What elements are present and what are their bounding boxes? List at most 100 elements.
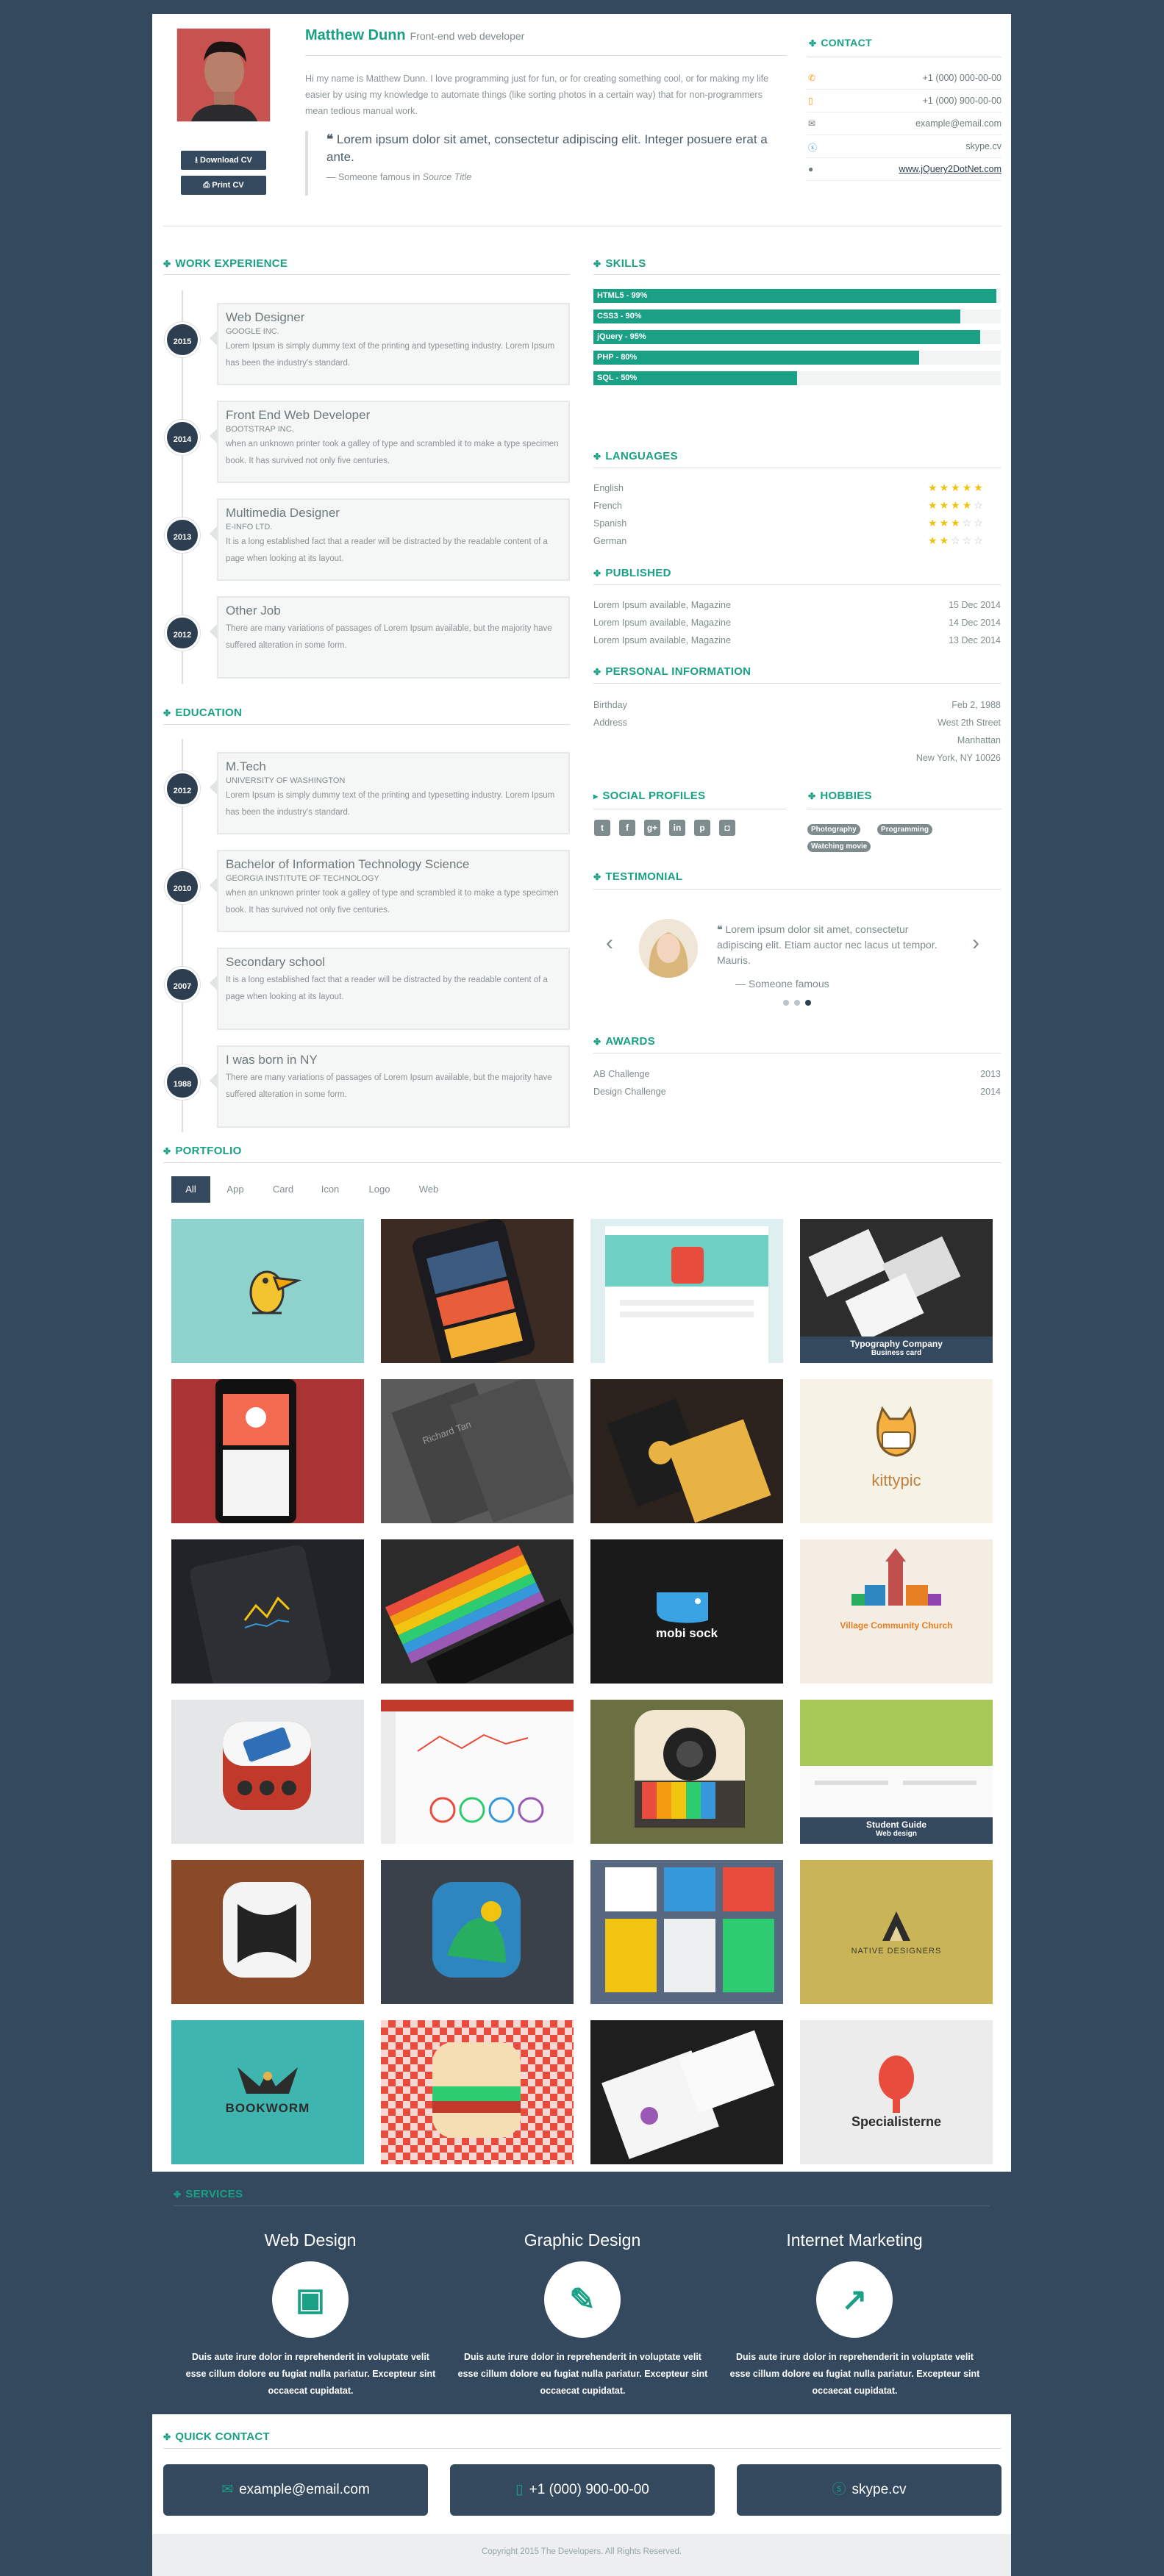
portfolio-tile[interactable] [171, 1539, 364, 1684]
languages-title-text: LANGUAGES [605, 450, 678, 462]
portfolio-tile[interactable]: Richard Tan [381, 1379, 574, 1523]
carousel-dot[interactable] [794, 1000, 800, 1006]
portfolio-tile[interactable]: NATIVE DESIGNERS [800, 1860, 993, 2004]
church-logo-image [851, 1548, 941, 1606]
service-title: Internet Marketing [786, 2230, 923, 2250]
timeline-org: UNIVERSITY OF WASHINGTON [226, 776, 346, 785]
caption-sub: Business card [871, 1349, 922, 1357]
tent-logo-image [882, 1911, 910, 1941]
filter-logo[interactable]: Logo [360, 1176, 399, 1203]
carousel-dot-active[interactable] [805, 1000, 811, 1006]
portfolio-tile[interactable]: BOOKWORM [171, 2020, 364, 2164]
hobby-tag: Programming [877, 824, 933, 835]
portfolio-tile[interactable] [590, 1219, 783, 1363]
portfolio-tile[interactable] [590, 1860, 783, 2004]
portfolio-tile[interactable]: kittypic [800, 1379, 993, 1523]
personal-title: ✤ PERSONAL INFORMATION [593, 665, 751, 678]
google-plus-icon[interactable]: g+ [644, 820, 660, 836]
quick-phone-label: +1 (000) 900-00-00 [529, 2482, 649, 2497]
portfolio-tile[interactable] [381, 1700, 574, 1844]
quick-phone-button[interactable]: ▯ +1 (000) 900-00-00 [450, 2464, 715, 2516]
filter-web[interactable]: Web [410, 1176, 447, 1203]
skill-fill: PHP - 80% [593, 351, 920, 365]
award-year: 2014 [980, 1087, 1001, 1097]
divider [593, 683, 1001, 684]
portfolio-tile[interactable]: mobi sock [590, 1539, 783, 1684]
instagram-icon[interactable]: ◘ [719, 820, 735, 836]
portfolio-tile[interactable]: Specialisterne [800, 2020, 993, 2164]
print-cv-button[interactable]: ⎙ Print CV [181, 176, 266, 195]
star-empty-icon: ☆ [974, 534, 985, 546]
quick-email-button[interactable]: ✉ example@email.com [163, 2464, 428, 2516]
carousel-dot[interactable] [783, 1000, 789, 1006]
hobbies-title: ✤ HOBBIES [808, 790, 872, 802]
skill-bar: CSS3 - 90% [593, 310, 1001, 323]
filter-all[interactable]: All [171, 1176, 210, 1203]
website-link[interactable]: www.jQuery2DotNet.com [899, 164, 1001, 174]
address-line: New York, NY 10026 [915, 753, 1001, 763]
skill-bar: PHP - 80% [593, 351, 1001, 365]
portfolio-tile[interactable] [171, 1379, 364, 1523]
personal-title-text: PERSONAL INFORMATION [605, 665, 751, 678]
birthday-value: Feb 2, 1988 [951, 700, 1001, 710]
star-empty-icon: ☆ [974, 499, 985, 511]
service-icon-circle: ▣ [272, 2261, 349, 2338]
section-icon: ✤ [174, 2189, 182, 2200]
skills-title-text: SKILLS [605, 257, 646, 270]
star-icon: ★ [939, 517, 951, 529]
mobile-icon: ▯ [808, 96, 813, 106]
carousel-prev-icon[interactable]: ‹ [606, 931, 613, 956]
soccer-ball-icon-image [171, 1860, 364, 2004]
portfolio-tile[interactable] [381, 1219, 574, 1363]
portfolio-tile[interactable] [171, 1219, 364, 1363]
portfolio-tile[interactable]: Typography Company Business card [800, 1219, 993, 1363]
portfolio-tile[interactable] [590, 1379, 783, 1523]
portfolio-tile[interactable]: Student Guide Web design [800, 1700, 993, 1844]
section-icon: ✤ [163, 708, 171, 718]
service-text: Duis aute irure dolor in reprehenderit i… [185, 2352, 436, 2396]
published-name: Lorem Ipsum available, Magazine [593, 635, 731, 645]
section-icon: ✤ [593, 872, 601, 882]
star-icon: ★ [928, 517, 940, 529]
envelope-icon: ✉ [221, 2482, 234, 2497]
awards-title-text: AWARDS [605, 1035, 655, 1048]
award-name: AB Challenge [593, 1069, 650, 1079]
skill-fill: CSS3 - 90% [593, 310, 960, 323]
portfolio-tile[interactable] [381, 2020, 574, 2164]
portfolio-tile[interactable] [590, 2020, 783, 2164]
portfolio-tile[interactable] [171, 1860, 364, 2004]
filter-app[interactable]: App [218, 1176, 253, 1203]
section-icon: ✤ [593, 667, 601, 677]
star-icon: ★ [939, 499, 951, 511]
star-icon: ★ [951, 482, 963, 493]
file-image-icon: ▣ [296, 2282, 325, 2316]
download-cv-button[interactable]: ⭳ Download CV [181, 151, 266, 170]
profile-name: Matthew Dunn [305, 27, 406, 43]
portfolio-tile[interactable]: Village Community Church [800, 1539, 993, 1684]
portfolio-tile[interactable] [381, 1539, 574, 1684]
portfolio-tile[interactable] [171, 1700, 364, 1844]
linkedin-icon[interactable]: in [669, 820, 685, 836]
section-icon: ✤ [808, 791, 816, 801]
skype-icon: ⓢ [808, 143, 818, 153]
divider [305, 55, 787, 56]
year-badge: 1988 [165, 1065, 200, 1100]
address-line: Manhattan [957, 735, 1001, 745]
portfolio-tile[interactable] [590, 1700, 783, 1844]
twitter-icon[interactable]: t [594, 820, 610, 836]
profile-quote: ❝ Lorem ipsum dolor sit amet, consectetu… [305, 131, 790, 196]
carousel-next-icon[interactable]: › [972, 931, 979, 956]
chart-line-icon: ↗ [841, 2282, 868, 2316]
testimonial-title: ✤ TESTIMONIAL [593, 870, 682, 883]
facebook-icon[interactable]: f [619, 820, 635, 836]
section-icon: ▸ [593, 791, 599, 801]
pinterest-icon[interactable]: p [694, 820, 710, 836]
quick-skype-button[interactable]: ⓢ skype.cv [737, 2464, 1001, 2516]
timeline-title: Web Designer [226, 310, 305, 324]
filter-icon[interactable]: Icon [313, 1176, 347, 1203]
year-badge: 2015 [165, 322, 200, 357]
year-badge: 2012 [165, 615, 200, 651]
portfolio-tile[interactable] [381, 1860, 574, 2004]
filter-card[interactable]: Card [265, 1176, 301, 1203]
timeline-org: GOOGLE INC. [226, 327, 279, 336]
